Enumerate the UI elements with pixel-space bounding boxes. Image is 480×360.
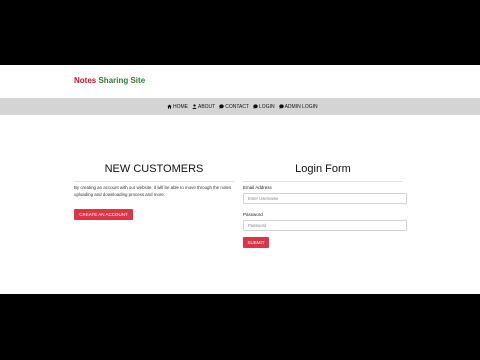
nav-item-about-label: ABOUT — [198, 103, 216, 110]
nav-menu: HOME ABOUT CONTACT LOGIN ADMIN LOGIN — [167, 98, 318, 115]
nav-item-login-label: LOGIN — [259, 103, 275, 110]
nav-item-home-label: HOME — [173, 103, 188, 110]
new-customers-section: NEW CUSTOMERS By creating an account wit… — [74, 162, 234, 221]
brand-word-sharing-site: Sharing Site — [98, 76, 146, 85]
home-icon — [167, 104, 172, 109]
site-brand[interactable]: Notes Sharing Site — [74, 76, 145, 85]
brand-word-notes: Notes — [74, 76, 97, 85]
email-input[interactable]: Enter Username — [243, 193, 407, 204]
password-label: Password — [243, 212, 263, 217]
login-form-section: Login Form Email Address Enter Username … — [243, 162, 407, 249]
login-form-heading: Login Form — [295, 163, 351, 175]
create-account-button[interactable]: CREATE AN ACCOUNT — [74, 209, 133, 220]
new-customers-heading: NEW CUSTOMERS — [104, 163, 204, 175]
nav-item-contact[interactable]: CONTACT — [219, 104, 249, 110]
nav-item-admin-login-label: ADMIN LOGIN — [284, 103, 318, 110]
nav-item-about[interactable]: ABOUT — [192, 104, 215, 110]
nav-item-home[interactable]: HOME — [167, 104, 188, 110]
login-icon — [253, 104, 258, 109]
admin-icon — [278, 104, 284, 109]
email-label: Email Address — [243, 185, 272, 190]
new-customers-description: By creating an account with our website,… — [74, 185, 232, 197]
nav-item-login[interactable]: LOGIN — [253, 104, 275, 110]
navbar: HOME ABOUT CONTACT LOGIN ADMIN LOGIN — [0, 98, 480, 115]
nav-item-admin-login[interactable]: ADMIN LOGIN — [278, 103, 318, 110]
submit-button[interactable]: SUBMIT — [243, 237, 269, 248]
page-body: Notes Sharing Site HOME ABOUT CONTACT LO… — [0, 65, 480, 294]
nav-item-contact-label: CONTACT — [225, 103, 250, 110]
divider — [74, 181, 234, 182]
divider — [243, 181, 403, 182]
password-input[interactable]: Password — [243, 220, 407, 231]
contact-icon — [219, 104, 224, 109]
user-icon — [192, 104, 197, 109]
